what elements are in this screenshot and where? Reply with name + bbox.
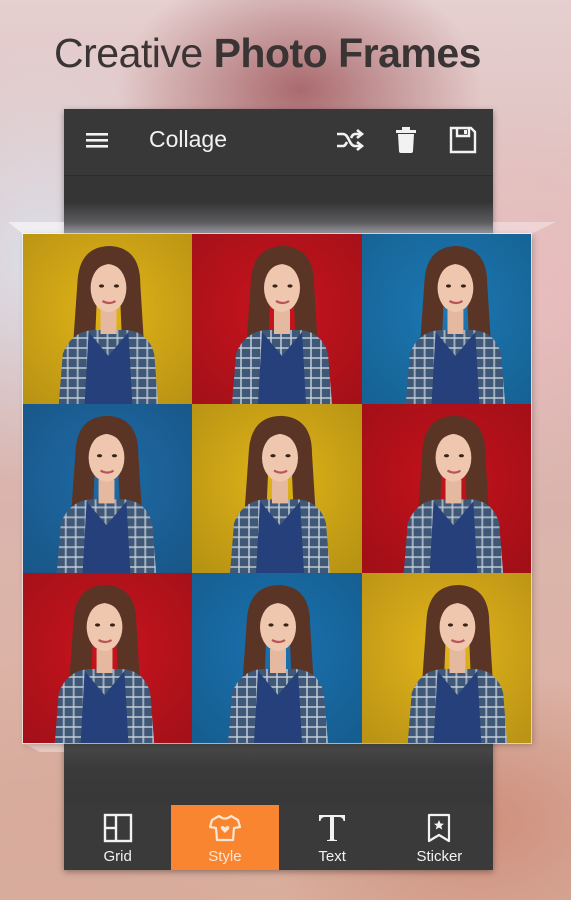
nav-item-grid[interactable]: Grid (64, 805, 171, 870)
grid-layout-icon (103, 812, 133, 844)
bookmark-star-icon (427, 812, 451, 844)
bottom-navigation: Grid Style Text Sticker (64, 805, 493, 870)
nav-item-text[interactable]: Text (279, 805, 386, 870)
shuffle-button[interactable] (331, 123, 369, 161)
nav-label-sticker: Sticker (416, 848, 463, 865)
toolbar-shadow-area (64, 176, 493, 234)
collage-photo-cell[interactable] (362, 404, 531, 573)
shuffle-icon (335, 127, 365, 158)
trash-icon (394, 126, 418, 159)
portrait-photo (23, 404, 192, 573)
collage-photo-cell[interactable] (23, 573, 192, 743)
promo-headline: Creative Photo Frames (54, 30, 524, 77)
nav-label-text: Text (318, 848, 346, 865)
nav-item-sticker[interactable]: Sticker (386, 805, 493, 870)
portrait-photo (362, 234, 531, 404)
portrait-photo (23, 234, 192, 404)
portrait-photo (362, 573, 531, 743)
options-panel (64, 743, 493, 805)
collage-photo-cell[interactable] (192, 234, 362, 404)
tshirt-heart-icon (208, 812, 241, 844)
headline-light: Creative (54, 30, 203, 76)
photo-collage-grid (23, 234, 531, 743)
headline-bold: Photo Frames (213, 30, 482, 76)
delete-button[interactable] (387, 123, 425, 161)
toolbar-title: Collage (149, 126, 227, 152)
save-button[interactable] (444, 123, 482, 161)
floppy-disk-icon (449, 126, 477, 159)
collage-photo-cell[interactable] (362, 234, 531, 404)
portrait-photo (192, 573, 362, 743)
app-toolbar: Collage (64, 109, 493, 176)
collage-photo-cell[interactable] (23, 404, 192, 573)
portrait-photo (23, 573, 192, 743)
hamburger-menu-icon (85, 130, 109, 155)
text-t-icon (317, 812, 347, 844)
nav-item-style[interactable]: Style (171, 805, 279, 870)
collage-photo-cell[interactable] (192, 404, 362, 573)
nav-label-grid: Grid (103, 848, 132, 865)
collage-photo-cell[interactable] (23, 234, 192, 404)
collage-photo-cell[interactable] (192, 573, 362, 743)
nav-label-style: Style (208, 848, 242, 865)
portrait-photo (192, 234, 362, 404)
portrait-photo (362, 404, 531, 573)
menu-button[interactable] (78, 123, 116, 161)
portrait-photo (192, 404, 362, 573)
collage-photo-cell[interactable] (362, 573, 531, 743)
